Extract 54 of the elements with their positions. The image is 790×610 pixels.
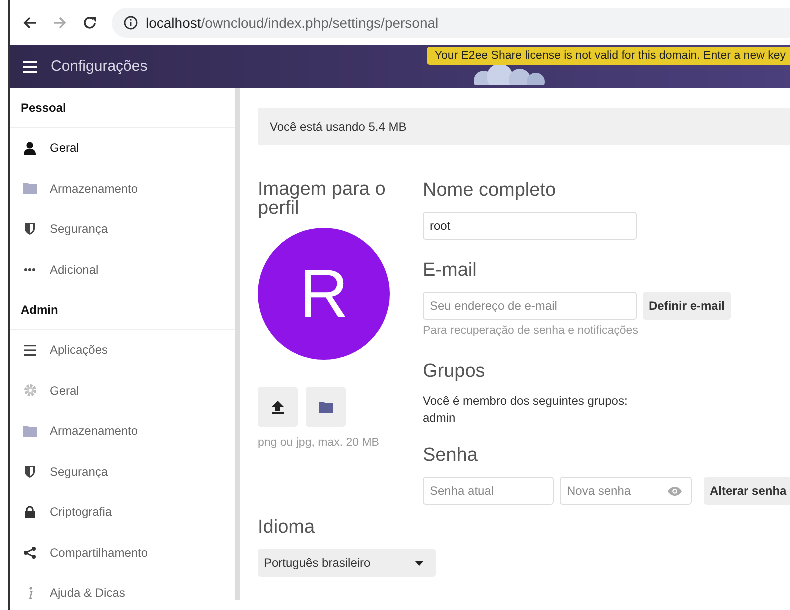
full-name-field[interactable]: root: [423, 212, 637, 240]
section-heading: Imagem para o perfil: [258, 180, 387, 218]
groups-text: Você é membro dos seguintes grupos:: [423, 393, 629, 410]
section-heading: Senha: [423, 445, 479, 467]
set-email-button[interactable]: Definir e-mail: [643, 292, 732, 320]
share-icon: [24, 546, 36, 559]
avatar-hint: png ou jpg, max. 20 MB: [258, 437, 380, 449]
language-dropdown[interactable]: Português brasileiro: [258, 549, 436, 577]
lock-icon: [25, 506, 35, 518]
sidebar-item[interactable]: Compartilhamento: [10, 532, 235, 573]
new-password-field[interactable]: Nova senha: [560, 477, 692, 505]
back-icon[interactable]: [22, 14, 38, 30]
sidebar-item[interactable]: Ajuda & Dicas: [10, 573, 235, 610]
sidebar-item[interactable]: Armazenamento: [10, 168, 235, 209]
section-heading: E-mail: [423, 260, 478, 282]
section-heading: Idioma: [258, 517, 316, 539]
info-icon: [27, 586, 33, 600]
sidebar-item[interactable]: Segurança: [10, 209, 235, 250]
more-icon: [24, 268, 36, 272]
sidebar-item[interactable]: Geral: [10, 128, 235, 168]
sidebar-item[interactable]: Adicional: [10, 250, 235, 290]
license-warning: Your E2ee Share license is not valid for this domain. Enter a new key: [426, 47, 790, 65]
upload-button[interactable]: [258, 387, 298, 427]
email-hint: Para recuperação de senha e notificações: [423, 325, 640, 337]
folder-icon: [23, 426, 37, 437]
usage-text: Você está usando 5.4 MB: [270, 120, 407, 134]
folder-icon: [23, 183, 37, 194]
user-icon: [24, 142, 36, 155]
list-icon: [24, 344, 36, 356]
avatar: R: [258, 228, 390, 360]
email-field[interactable]: Seu endereço de e-mail: [423, 292, 637, 320]
menu-icon[interactable]: [23, 60, 37, 72]
url-text: localhost/owncloud/index.php/settings/personal: [146, 14, 439, 30]
address-bar[interactable]: localhost/owncloud/index.php/settings/personal: [112, 8, 790, 38]
shield-icon: [25, 223, 35, 236]
shield-icon: [25, 466, 35, 478]
sidebar-item[interactable]: Aplicações: [10, 330, 235, 370]
sidebar-item[interactable]: Criptografia: [10, 492, 235, 532]
change-password-button[interactable]: Alterar senha: [704, 477, 790, 505]
app-title: Configurações: [51, 58, 148, 75]
folder-icon: [319, 402, 333, 412]
current-password-field[interactable]: Senha atual: [423, 477, 554, 505]
section-heading: Grupos: [423, 361, 486, 383]
sidebar-item[interactable]: Armazenamento: [10, 411, 235, 452]
group-name: admin: [423, 410, 457, 427]
sidebar-item[interactable]: Segurança: [10, 452, 235, 492]
sidebar-item[interactable]: Geral: [10, 370, 235, 411]
info-icon: [124, 16, 138, 30]
gear-icon: [24, 384, 36, 398]
upload-icon: [272, 400, 284, 414]
caret-icon: [415, 560, 424, 566]
reload-icon[interactable]: [82, 14, 98, 30]
folder-button[interactable]: [306, 387, 346, 427]
section-heading: Nome completo: [423, 180, 558, 202]
